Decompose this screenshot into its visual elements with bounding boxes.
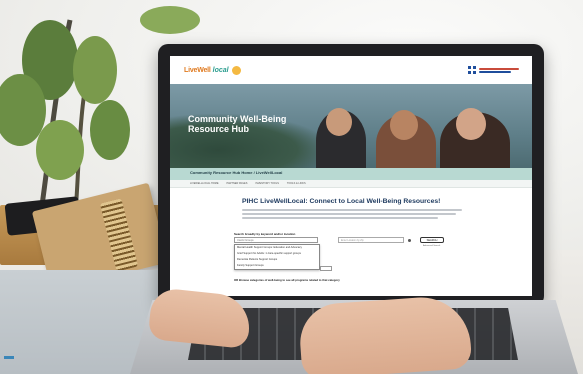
nav-item-tools[interactable]: TOOLS & LINKS: [287, 182, 306, 185]
intro-paragraph: [242, 209, 462, 219]
search-input[interactable]: Useful Groups: [234, 237, 318, 243]
autocomplete-dropdown: Mental Health Support Groups: Education …: [234, 244, 320, 270]
nav-item-inventory[interactable]: INVENTORY TOOLS: [255, 182, 279, 185]
partner-logo[interactable]: [468, 61, 524, 79]
page-title: PIHC LiveWellLocal: Connect to Local Wel…: [242, 198, 441, 205]
filter-select[interactable]: [320, 266, 332, 271]
sub-nav: LIVEWELLLOCAL HOME PARTNER PAGES INVENTO…: [170, 180, 532, 188]
accent-dash: [4, 356, 14, 359]
partner-wordmark: [479, 67, 519, 73]
site-header: LiveWell local: [170, 56, 532, 84]
right-hand: [297, 294, 473, 374]
breadcrumb-bar: Community Resource Hub Home / LiveWellLo…: [170, 168, 532, 180]
location-pin-icon[interactable]: [408, 239, 411, 242]
sun-icon: [231, 65, 241, 75]
dropdown-option[interactable]: Family Support Groups: [235, 263, 319, 269]
laptop-screen: LiveWell local Community Well-Being Reso…: [170, 56, 532, 296]
search-button[interactable]: SEARCH: [420, 237, 444, 243]
breadcrumb[interactable]: Community Resource Hub Home / LiveWellLo…: [190, 170, 282, 175]
browse-categories-label: OR Browse categories of well-being to se…: [234, 278, 340, 282]
person-face-2: [390, 110, 418, 140]
cross-icon: [468, 66, 476, 74]
person-face-1: [326, 108, 352, 136]
nav-item-partners[interactable]: PARTNER PAGES: [227, 182, 248, 185]
hero-title: Community Well-Being Resource Hub: [188, 114, 287, 134]
search-label: Search broadly by keyword and/or locatio…: [234, 232, 296, 236]
person-face-3: [456, 108, 486, 140]
nav-item-home[interactable]: LIVEWELLLOCAL HOME: [190, 182, 219, 185]
advanced-search-link[interactable]: Advanced Search: [423, 245, 440, 247]
location-input[interactable]: Enter Location by Zip: [338, 237, 404, 243]
logo-live-text: LiveWell: [184, 66, 211, 74]
hero-banner: Community Well-Being Resource Hub: [170, 84, 532, 168]
logo-local-text: local: [212, 66, 229, 74]
site-logo[interactable]: LiveWell local: [184, 61, 241, 79]
